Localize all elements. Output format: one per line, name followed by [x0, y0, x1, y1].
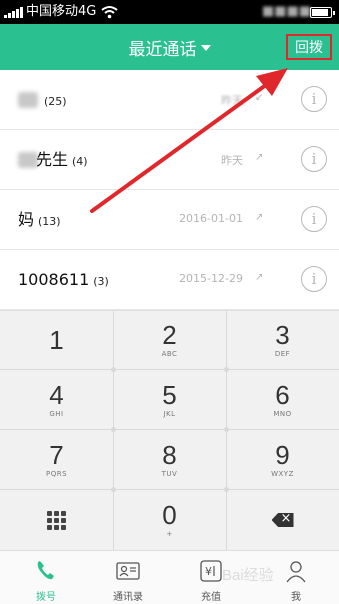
carrier-label: 中国移动4G [26, 4, 97, 19]
call-log-row[interactable]: 1008611 (3) 2015-12-29 ↗ i [0, 250, 339, 310]
blurred-name [18, 152, 38, 168]
recharge-icon: ¥ [200, 560, 222, 582]
nav-contacts[interactable]: 通讯录 [98, 551, 158, 604]
call-date: 2015-12-29 [179, 272, 243, 285]
info-icon[interactable]: i [301, 86, 327, 112]
call-log-row[interactable]: 先生 (4) 昨天 ↗ i [0, 130, 339, 190]
keypad-toggle-button[interactable] [0, 491, 113, 549]
info-icon[interactable]: i [301, 206, 327, 232]
caret-down-icon [200, 45, 211, 51]
callback-button[interactable]: 回拨 [286, 34, 332, 60]
nav-me[interactable]: 我 [266, 551, 326, 604]
backspace-button[interactable] [226, 491, 339, 549]
call-log-row[interactable]: (25) 昨天 ↙ i [0, 70, 339, 130]
key-6[interactable]: 6 MNO [226, 371, 339, 429]
status-bar: 中国移动4G ■■■■ [0, 0, 339, 24]
key-0[interactable]: 0 + [113, 491, 226, 549]
contact-name: 1008611 [18, 270, 90, 289]
contact-name: 先生 [36, 150, 69, 169]
recent-calls-list: (25) 昨天 ↙ i 先生 (4) 昨天 ↗ i 妈 (13) 2016-01-0… [0, 70, 339, 310]
divider [0, 369, 339, 370]
battery-icon [310, 7, 335, 18]
top-bar: 最近通话 回拨 [0, 24, 339, 70]
info-icon[interactable]: i [301, 146, 327, 172]
profile-icon [286, 561, 306, 583]
outgoing-call-icon: ↗ [255, 272, 264, 283]
contact-name: 妈 [18, 210, 35, 229]
svg-text:¥: ¥ [205, 565, 212, 578]
page-title: 最近通话 [128, 39, 197, 60]
call-date: 昨天 [221, 154, 243, 167]
call-count: (4) [72, 155, 88, 168]
key-4[interactable]: 4 GHI [0, 371, 113, 429]
divider [0, 489, 339, 490]
call-log-row[interactable]: 妈 (13) 2016-01-01 ↗ i [0, 190, 339, 250]
call-date: 2016-01-01 [179, 212, 243, 225]
key-1[interactable]: 1 [0, 311, 113, 369]
bottom-nav: 拨号 通讯录 ¥ 充值 我 [0, 550, 339, 604]
key-8[interactable]: 8 TUV [113, 431, 226, 489]
outgoing-call-icon: ↗ [255, 212, 264, 223]
call-count: (25) [44, 95, 67, 108]
keypad-grid-icon [47, 510, 66, 530]
key-9[interactable]: 9 WXYZ [226, 431, 339, 489]
key-3[interactable]: 3 DEF [226, 311, 339, 369]
key-2[interactable]: 2 ABC [113, 311, 226, 369]
info-icon[interactable]: i [301, 266, 327, 292]
incoming-call-icon: ↙ [255, 92, 264, 103]
blurred-name [18, 92, 38, 108]
call-date: 昨天 [221, 94, 243, 107]
backspace-icon [271, 513, 294, 527]
outgoing-call-icon: ↗ [255, 152, 264, 163]
key-5[interactable]: 5 JKL [113, 371, 226, 429]
dialpad: 1 2 ABC 3 DEF 4 GHI 5 JKL 6 MNO 7 PQRS 8… [0, 310, 339, 551]
divider [0, 429, 339, 430]
nav-dial[interactable]: 拨号 [16, 551, 76, 604]
wifi-icon [101, 6, 118, 19]
clock-blurred: ■■■■ [262, 4, 312, 19]
signal-icon [4, 7, 23, 18]
call-count: (3) [93, 275, 109, 288]
phone-icon [37, 561, 54, 580]
call-count: (13) [38, 215, 61, 228]
key-7[interactable]: 7 PQRS [0, 431, 113, 489]
watermark: Bai经验 [222, 567, 274, 584]
contacts-icon [116, 562, 140, 580]
